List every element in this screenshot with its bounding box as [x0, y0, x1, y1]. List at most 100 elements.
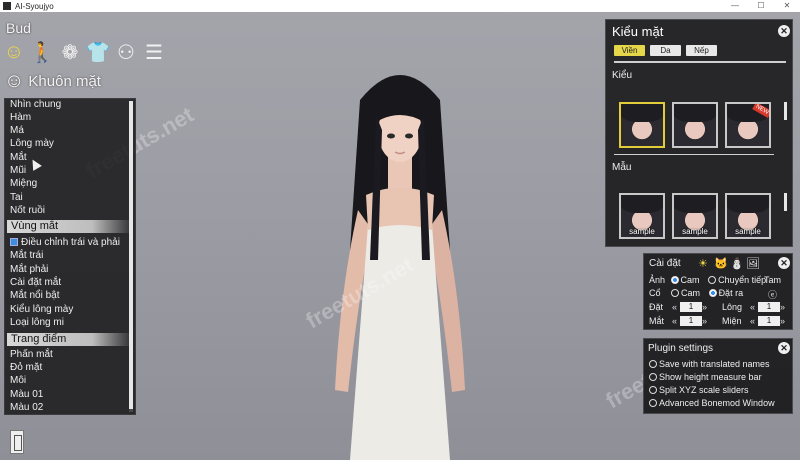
extra-label: Tam	[764, 275, 782, 285]
radio-icon[interactable]	[649, 373, 657, 381]
tab-skin[interactable]: Da	[650, 45, 681, 56]
app-icon	[3, 2, 11, 10]
plugin-option[interactable]: Advanced Bonemod Window	[649, 398, 775, 408]
style-scrollbar[interactable]	[784, 102, 787, 120]
stepper-label: Lông	[722, 302, 743, 312]
row-label: Cổ	[649, 288, 661, 298]
menu-item[interactable]: Mũi	[10, 165, 26, 177]
stepper[interactable]: « 1 »	[672, 316, 710, 326]
divider	[614, 154, 774, 155]
plugin-option[interactable]: Save with translated names	[649, 359, 770, 369]
radio-set[interactable]	[708, 289, 717, 297]
radio-cam[interactable]	[670, 276, 679, 284]
radio-icon[interactable]	[649, 399, 657, 407]
radio-cam[interactable]	[671, 289, 680, 297]
menu-item[interactable]: Nhìn chung	[10, 99, 61, 111]
menu-item[interactable]: Kiểu lông mày	[10, 304, 73, 316]
image-icon[interactable]: 🖼	[746, 257, 760, 270]
radio-icon[interactable]	[649, 360, 657, 368]
stepper-value[interactable]: 1	[758, 316, 780, 326]
plugin-option[interactable]: Split XYZ scale sliders	[649, 385, 749, 395]
extra-icon: ⓔ	[768, 290, 778, 300]
menu-item[interactable]: Lông mày	[10, 138, 54, 150]
face-style-thumb[interactable]	[619, 102, 665, 148]
menu-item[interactable]: Hàm	[10, 112, 31, 124]
face-template-thumb[interactable]: sample	[672, 193, 718, 239]
section-title: ☺ Khuôn mặt	[4, 71, 101, 91]
stepper-value[interactable]: 1	[758, 302, 780, 312]
close-icon[interactable]: ✕	[778, 25, 790, 37]
menu-item[interactable]: Tai	[10, 192, 23, 204]
character-viewport[interactable]	[300, 60, 500, 460]
menu-item[interactable]: Môi	[10, 375, 26, 387]
chevron-right-icon[interactable]: »	[780, 302, 788, 312]
chevron-left-icon[interactable]: «	[672, 302, 680, 312]
menu-scrollbar[interactable]	[129, 101, 133, 409]
section-title-text: Khuôn mặt	[28, 72, 101, 90]
clothing-icon[interactable]: 👕	[86, 40, 111, 64]
stepper-value[interactable]: 1	[680, 316, 702, 326]
menu-item[interactable]: Loại lông mi	[10, 317, 64, 329]
list-menu-icon[interactable]: ☰	[142, 40, 166, 64]
symmetry-checkbox[interactable]: Điều chỉnh trái và phải	[10, 237, 120, 249]
sample-label: sample	[682, 227, 708, 236]
menu-item[interactable]: Mắt nổi bật	[10, 290, 59, 302]
close-window-button[interactable]: ✕	[774, 0, 800, 12]
snowman-icon[interactable]: ⛄	[730, 257, 744, 270]
face-style-thumb[interactable]	[672, 102, 718, 148]
menu-item[interactable]: Nốt ruồi	[10, 205, 45, 217]
settings-row-light: Ảnh Cam Chuyển tiếp	[649, 275, 767, 285]
sample-label: sample	[735, 227, 761, 236]
menu-item[interactable]: Phấn mắt	[10, 349, 53, 361]
checkbox-icon[interactable]	[10, 238, 18, 246]
menu-item[interactable]: Mắt trái	[10, 250, 43, 262]
stepper-value[interactable]: 1	[680, 302, 702, 312]
menu-item[interactable]: Mắt	[10, 152, 27, 164]
close-icon[interactable]: ✕	[778, 257, 790, 269]
stepper-label: Mắt	[649, 316, 665, 326]
face-template-thumb[interactable]: sample	[619, 193, 665, 239]
hair-icon[interactable]: ❁	[58, 40, 82, 64]
maximize-button[interactable]: ☐	[748, 0, 774, 12]
face-template-thumb[interactable]: sample	[725, 193, 771, 239]
menu-item[interactable]: Cài đặt mắt	[10, 277, 61, 289]
cat-icon[interactable]: 🐱	[714, 257, 728, 270]
light-icon[interactable]: ☀	[698, 257, 708, 270]
menu-item[interactable]: Má	[10, 125, 24, 137]
stepper[interactable]: « 1 »	[750, 302, 788, 312]
menu-item[interactable]: Màu 01	[10, 389, 43, 401]
face-type-panel: Kiểu mặt ✕ Viền Da Nếp Kiểu NEW Mẫu samp…	[605, 19, 793, 247]
chevron-right-icon[interactable]: »	[780, 316, 788, 326]
plugin-option[interactable]: Show height measure bar	[649, 372, 762, 382]
chevron-left-icon[interactable]: «	[672, 316, 680, 326]
menu-item[interactable]: Mắt phải	[10, 264, 48, 276]
exit-door-button[interactable]	[10, 430, 24, 454]
close-icon[interactable]: ✕	[778, 342, 790, 354]
ring-accessory-icon[interactable]: ⚇	[114, 40, 138, 64]
stepper[interactable]: « 1 »	[750, 316, 788, 326]
settings-title: Cài đặt	[649, 258, 681, 269]
menu-item[interactable]: Miệng	[10, 178, 37, 190]
chevron-right-icon[interactable]: »	[702, 316, 710, 326]
tab-outline[interactable]: Viền	[614, 45, 645, 56]
template-scrollbar[interactable]	[784, 193, 787, 211]
radio-icon[interactable]	[649, 386, 657, 394]
stepper-label: Miện	[722, 316, 742, 326]
menu-item[interactable]: Đỏ mặt	[10, 362, 42, 374]
minimize-button[interactable]: —	[722, 0, 748, 12]
smiley-face-icon[interactable]: ☺	[2, 40, 26, 64]
tab-wrinkle[interactable]: Nếp	[686, 45, 717, 56]
face-style-thumb[interactable]: NEW	[725, 102, 771, 148]
menu-item[interactable]: Màu 02	[10, 402, 43, 414]
window-titlebar: AI-Syoujyo — ☐ ✕	[0, 0, 800, 12]
checkbox-label: Điều chỉnh trái và phải	[21, 237, 120, 248]
stepper[interactable]: « 1 »	[672, 302, 710, 312]
stepper-label: Đặt	[649, 302, 664, 312]
chevron-left-icon[interactable]: «	[750, 316, 758, 326]
chevron-left-icon[interactable]: «	[750, 302, 758, 312]
chevron-right-icon[interactable]: »	[702, 302, 710, 312]
radio-transition[interactable]	[708, 276, 717, 284]
body-figure-icon[interactable]: 🚶	[30, 40, 55, 64]
plugin-settings-panel: Plugin settings ✕ Save with translated n…	[643, 338, 793, 414]
sample-label: sample	[629, 227, 655, 236]
